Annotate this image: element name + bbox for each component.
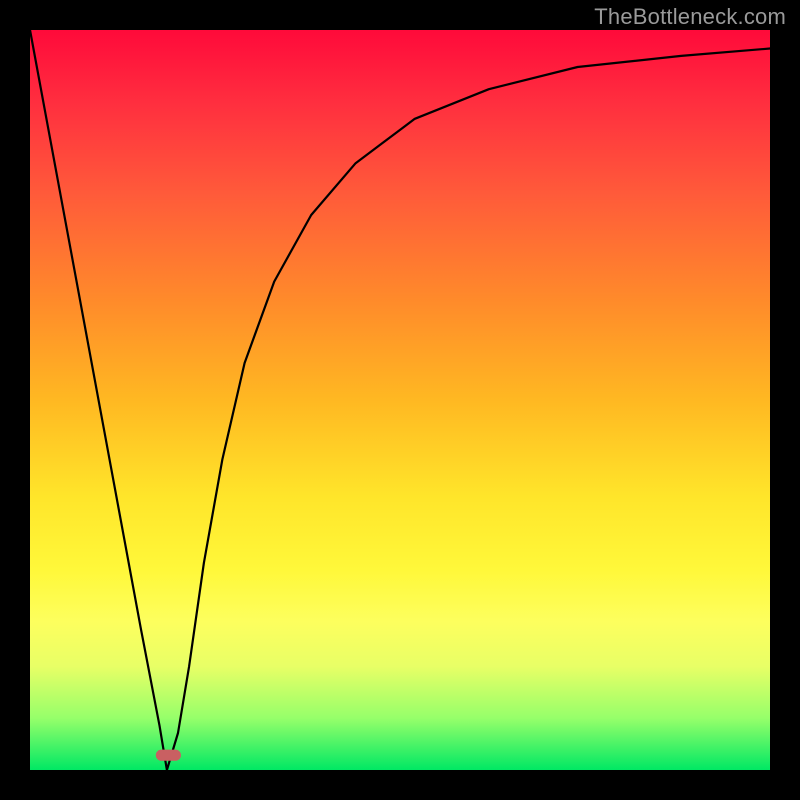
chart-plot-area — [30, 30, 770, 770]
pill-marker — [156, 750, 181, 761]
watermark-text: TheBottleneck.com — [594, 4, 786, 30]
chart-frame: TheBottleneck.com — [0, 0, 800, 800]
bottleneck-curve — [30, 30, 770, 770]
chart-svg — [30, 30, 770, 770]
